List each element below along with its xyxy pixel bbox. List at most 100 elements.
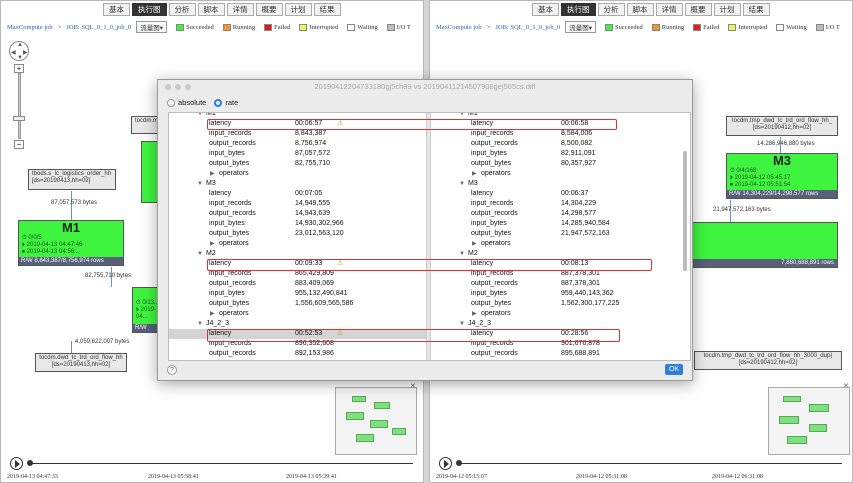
tab-3[interactable]: 脚本 (626, 3, 654, 16)
collapse-arrow-icon[interactable]: ▶ (472, 169, 477, 179)
timeline-handle[interactable] (27, 460, 33, 466)
collapse-arrow-icon[interactable]: ▶ (210, 169, 215, 179)
tab-4[interactable]: 详情 (226, 3, 254, 16)
minimap-close-icon[interactable]: ✕ (410, 382, 416, 390)
zoom-out-button[interactable]: − (14, 140, 24, 149)
tab-4[interactable]: 详情 (655, 3, 683, 16)
view-select[interactable]: 流量图▾ (136, 21, 167, 33)
diff-dialog: 20190412204733180gj5ch89 vs 201904112145… (157, 79, 693, 381)
timeline-mid: 2019-04-12 05:31:08 (576, 474, 627, 480)
zoom-in-button[interactable]: + (14, 64, 24, 73)
radio-absolute[interactable]: absolute (167, 98, 206, 107)
metric-name: J4_2_3 (468, 320, 491, 327)
expand-arrow-icon[interactable]: ▼ (197, 179, 203, 189)
collapse-arrow-icon[interactable]: ▶ (210, 309, 215, 319)
tab-6[interactable]: 计划 (284, 3, 312, 16)
expand-arrow-icon[interactable]: ▼ (459, 113, 465, 119)
pan-left-icon[interactable]: ◀ (11, 49, 16, 56)
node-rw: R/W 8,843,387/8,756,974 rows (19, 257, 123, 265)
metric-value: 14,949,555 (295, 200, 331, 207)
tab-5[interactable]: 概要 (255, 3, 283, 16)
timeline-track[interactable] (29, 463, 413, 464)
ok-button[interactable]: OK (665, 364, 683, 375)
tab-3[interactable]: 脚本 (197, 3, 225, 16)
graph-node-m3[interactable]: M3 ⏱ 0/4/168 ⏵ 2019-04-12 05:45:17 ⏹ 201… (726, 153, 838, 199)
collapse-arrow-icon[interactable]: ▶ (472, 309, 477, 319)
breadcrumb-root[interactable]: MaxCompute job (7, 24, 53, 31)
minimap-close-icon[interactable]: ✕ (843, 382, 849, 390)
pan-right-icon[interactable]: ▶ (23, 49, 28, 56)
metric-row[interactable]: ▶ operators (431, 309, 683, 319)
help-button[interactable]: ? (167, 365, 177, 375)
collapse-arrow-icon[interactable]: ▶ (210, 239, 215, 249)
tab-0[interactable]: 基本 (532, 3, 559, 16)
collapse-arrow-icon[interactable]: ▶ (472, 239, 477, 249)
metric-row: input_bytes 955,132,490,841 (169, 289, 426, 299)
tree-section-row[interactable]: ▼ M1 (431, 113, 683, 119)
expand-arrow-icon[interactable]: ▼ (459, 179, 465, 189)
timeline-handle[interactable] (456, 460, 462, 466)
status-legend: Succeeded Running Failed Interrupted Waiting… (172, 23, 411, 31)
radio-rate[interactable]: rate (214, 98, 238, 107)
pan-circle[interactable]: ▲ ▼ ◀ ▶ (9, 41, 29, 61)
tree-section-row[interactable]: ▼ M2 (431, 249, 683, 259)
metric-row[interactable]: ▶ operators (431, 239, 683, 249)
tab-1[interactable]: 执行图 (132, 3, 167, 16)
metric-row[interactable]: ▶ operators (169, 309, 426, 319)
legend-item: Waiting (347, 23, 378, 31)
metric-name: input_records (471, 200, 514, 207)
expand-arrow-icon[interactable]: ▼ (459, 319, 465, 329)
radio-rate-dot[interactable] (214, 98, 223, 107)
tab-5[interactable]: 概要 (684, 3, 712, 16)
pan-up-icon[interactable]: ▲ (17, 42, 23, 48)
expand-arrow-icon[interactable]: ▼ (197, 113, 203, 119)
edge-label: 14,286,946,880 bytes (757, 141, 815, 147)
graph-node-sink-table[interactable]: tocdm.dwd_tc_trd_ord_flow_hh [ds=2019041… (35, 353, 127, 372)
graph-node-join[interactable]: 7,880,688,891 rows (692, 222, 838, 268)
pan-control[interactable]: ▲ ▼ ◀ ▶ (9, 41, 29, 61)
edge-label: 82,755,710 bytes (85, 273, 132, 279)
tree-section-row[interactable]: ▼ J4_2_3 (169, 319, 426, 329)
tab-0[interactable]: 基本 (103, 3, 130, 16)
metric-name: output_bytes (471, 160, 512, 167)
tree-section-row[interactable]: ▼ M2 (169, 249, 426, 259)
play-button[interactable] (439, 457, 452, 470)
tab-1[interactable]: 执行图 (561, 3, 596, 16)
tab-2[interactable]: 分析 (168, 3, 196, 16)
graph-node-source-table[interactable]: tbods.s_lc_logistics_order_hh [ds=201904… (28, 169, 116, 190)
tree-section-row[interactable]: ▼ J4_2_3 (431, 319, 683, 329)
metric-row[interactable]: ▶ operators (169, 169, 426, 179)
left-metrics-tree: ▼ M1 latency 00:06:57 ⚠ input_records 8,843,38… (169, 113, 426, 360)
zoom-slider-track[interactable] (18, 73, 21, 139)
metric-row: output_records 14,298,577 (431, 209, 683, 219)
diff-scrollbar[interactable] (683, 151, 687, 271)
graph-node-tmp-table[interactable]: tocdm.tmp_dwd_tc_trd_ord_flow_hh_ [ds=20… (726, 116, 838, 136)
tab-7[interactable]: 结果 (313, 3, 341, 16)
tab-2[interactable]: 分析 (597, 3, 625, 16)
tab-6[interactable]: 计划 (713, 3, 741, 16)
play-button[interactable] (10, 457, 23, 470)
radio-absolute-dot[interactable] (167, 98, 175, 107)
view-select[interactable]: 流量图▾ (565, 21, 596, 33)
tree-section-row[interactable]: ▼ M1 (169, 113, 426, 119)
metric-row[interactable]: ▶ operators (431, 169, 683, 179)
metric-name: latency (209, 190, 232, 197)
graph-node-m1[interactable]: M1 ⏱ 0/0/5 ⏵ 2019-04-13 04:47:46 ⏹ 2019-… (18, 220, 124, 266)
tree-section-row[interactable]: ▼ M3 (169, 179, 426, 189)
breadcrumb-job[interactable]: JOB: SQL_0_1_0_job_0 (495, 24, 560, 31)
timeline-track[interactable] (458, 463, 842, 464)
breadcrumb-root[interactable]: MaxCompute job (436, 24, 482, 31)
metric-name: output_records (471, 280, 518, 287)
graph-node-sink-table[interactable]: tocdm.tmp_dwd_tc_trd_ord_flow_hh_3000_du… (694, 351, 842, 370)
tree-section-row[interactable]: ▼ M3 (431, 179, 683, 189)
expand-arrow-icon[interactable]: ▼ (197, 249, 203, 259)
metric-row[interactable]: ▶ operators (169, 239, 426, 249)
expand-arrow-icon[interactable]: ▼ (459, 249, 465, 259)
expand-arrow-icon[interactable]: ▼ (197, 319, 203, 329)
legend-label: Waiting (357, 23, 378, 31)
zoom-slider-handle[interactable] (13, 116, 25, 121)
minimap[interactable] (335, 387, 417, 455)
minimap[interactable] (768, 387, 850, 455)
breadcrumb-job[interactable]: JOB: SQL_0_1_0_job_0 (66, 24, 131, 31)
tab-7[interactable]: 结果 (742, 3, 770, 16)
